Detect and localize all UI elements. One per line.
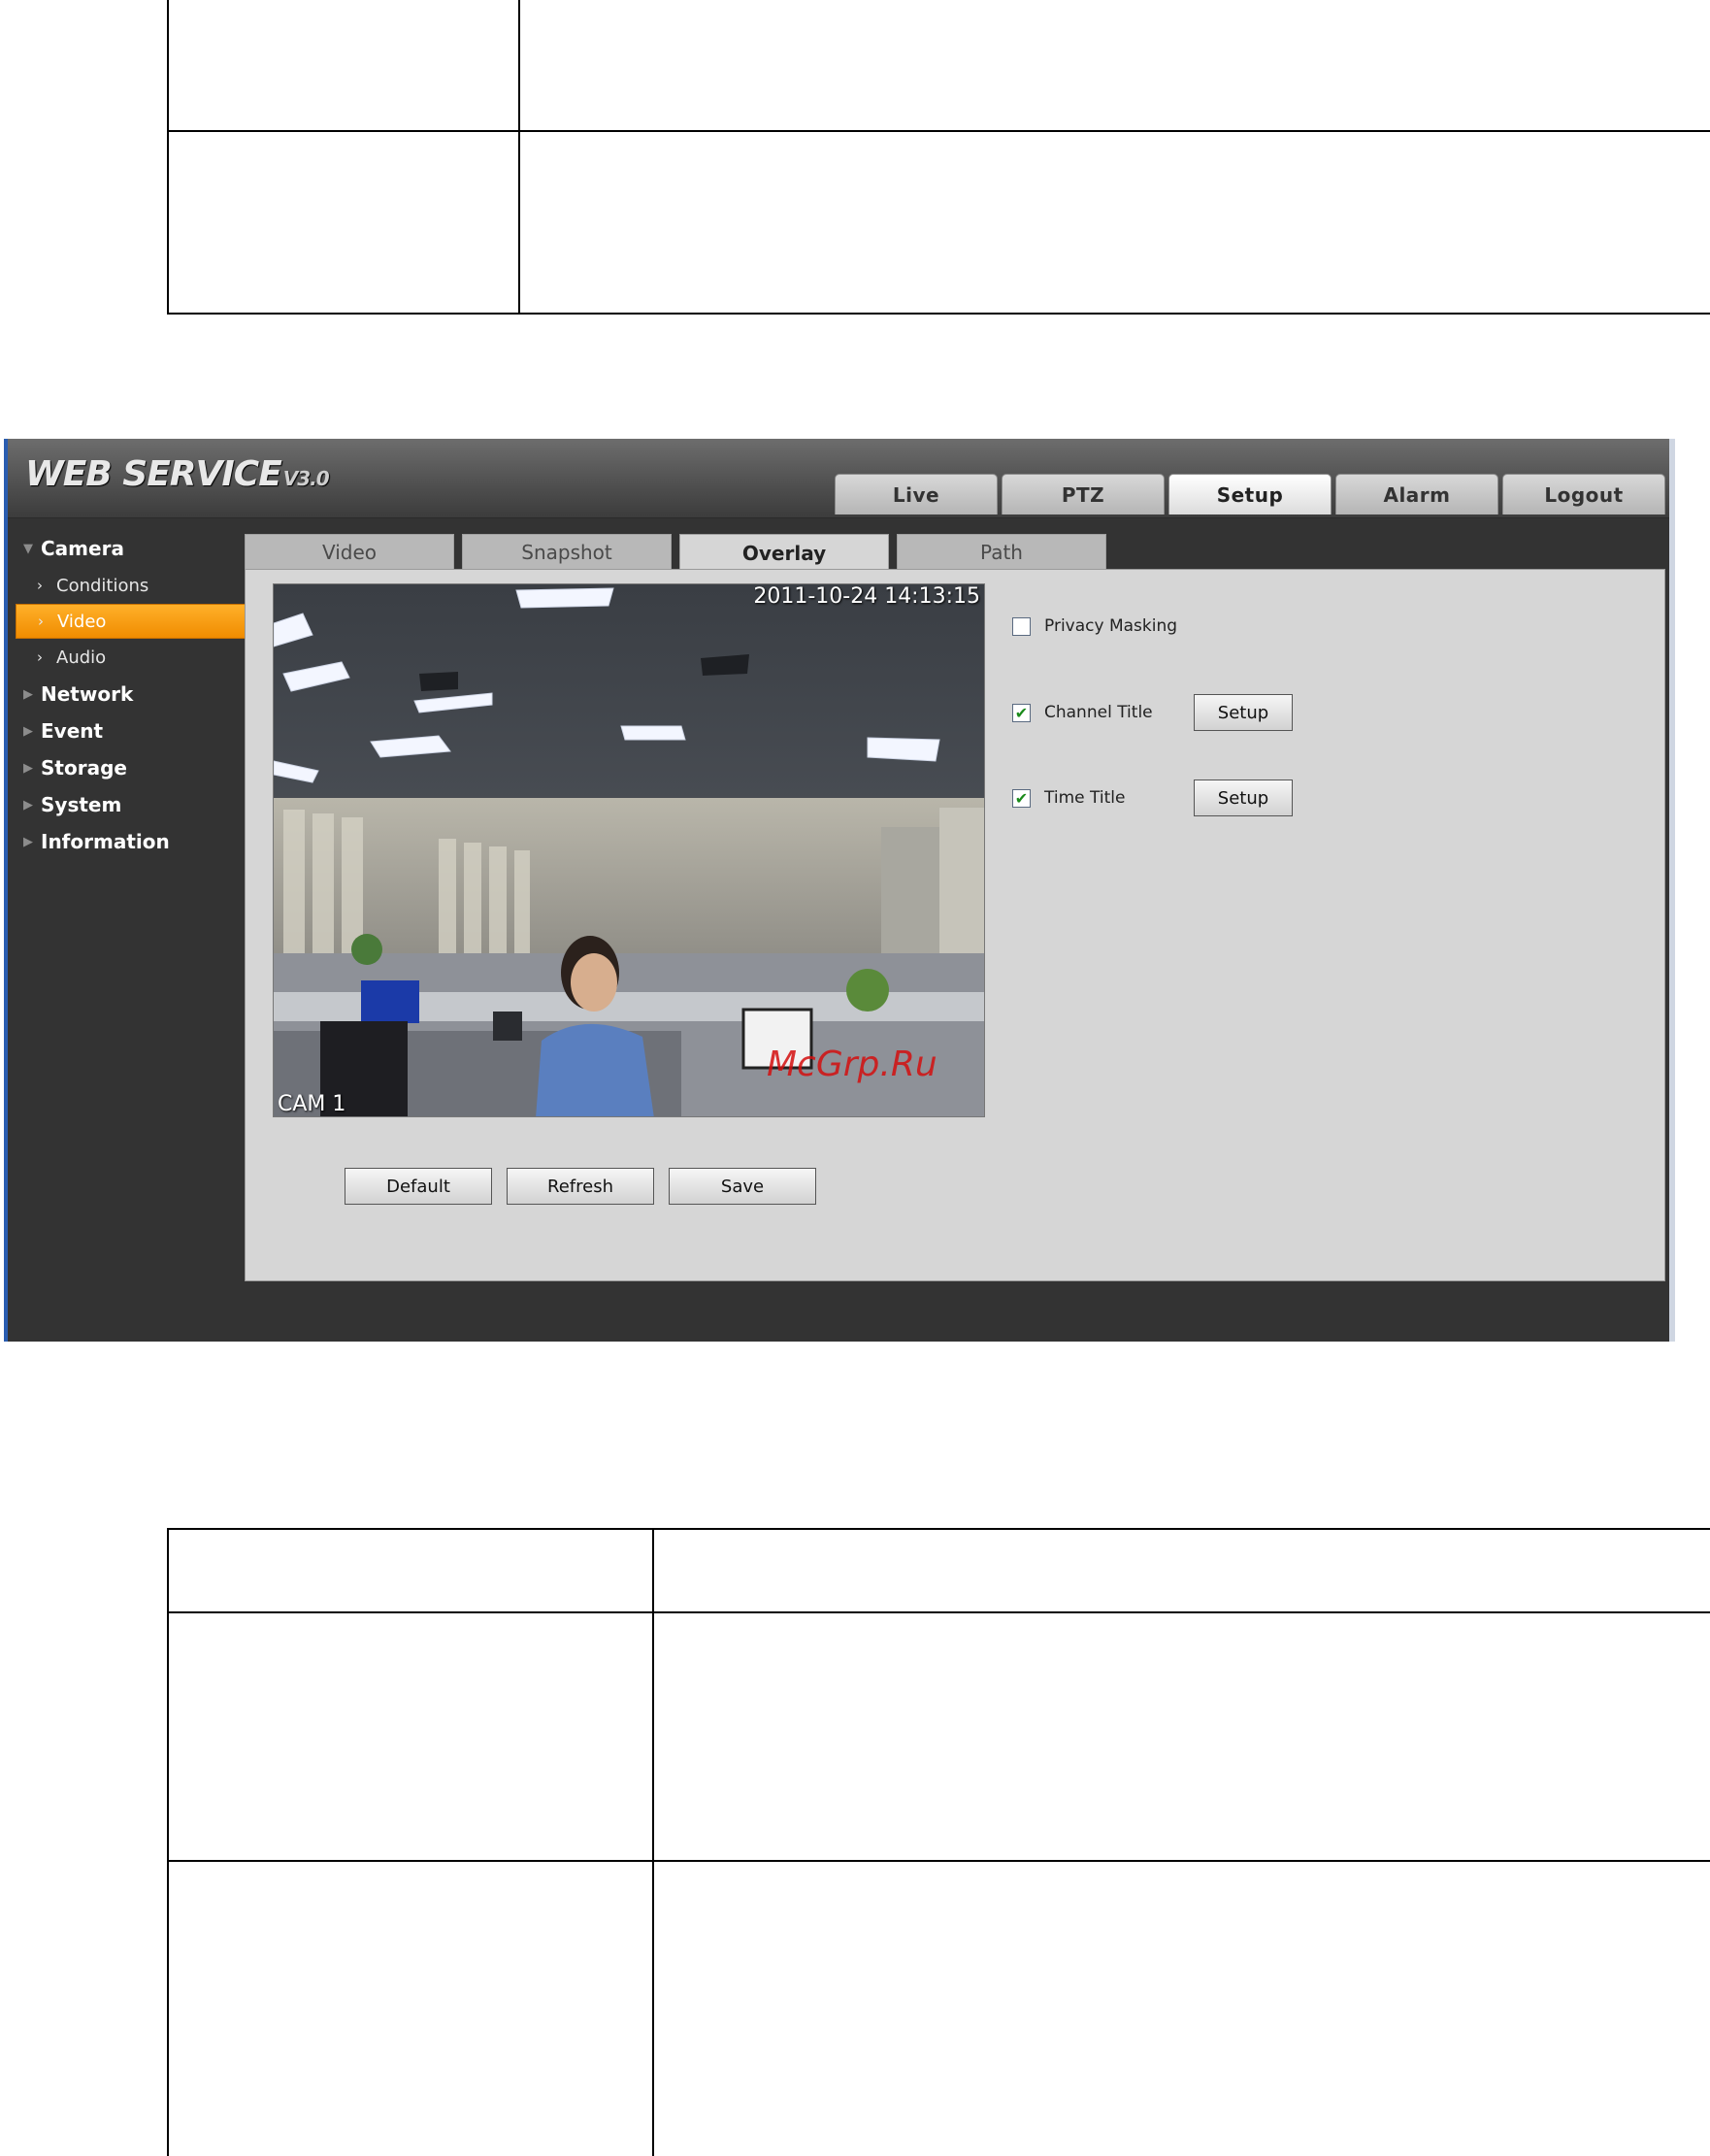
sidebar-item-label: Audio (56, 647, 107, 668)
time-title-checkbox[interactable]: ✔ (1012, 788, 1031, 808)
sidebar-group-label: Event (41, 719, 104, 743)
sidebar-group-label: Storage (41, 756, 127, 779)
sidebar-item-label: Conditions (56, 575, 149, 596)
sidebar-item-label: Video (57, 611, 107, 632)
sidebar-group-event[interactable]: ▶ Event (16, 713, 248, 749)
channel-osd: CAM 1 (278, 1092, 346, 1116)
sidebar-item-conditions[interactable]: › Conditions (16, 568, 248, 603)
sidebar-group-label: Camera (41, 537, 124, 560)
table-divider (169, 130, 1710, 132)
doc-table-top (167, 0, 1710, 315)
time-osd: 2011-10-24 14:13:15 (753, 584, 980, 609)
privacy-masking-row: Privacy Masking (1012, 616, 1194, 636)
tab-snapshot[interactable]: Snapshot (462, 534, 672, 570)
brand-name: WEB SERVICE (25, 454, 282, 494)
sidebar-group-camera[interactable]: ▼ Camera (16, 530, 248, 567)
watermark: McGrp.Ru (767, 1045, 937, 1084)
table-divider (652, 1530, 654, 2156)
app-header: WEB SERVICE V3.0 Live PTZ Setup Alarm Lo… (8, 439, 1675, 518)
sidebar-group-information[interactable]: ▶ Information (16, 823, 248, 860)
sidebar-item-video[interactable]: › Video (16, 604, 248, 639)
sidebar-group-label: Information (41, 830, 170, 853)
triangle-right-icon: ▶ (23, 760, 33, 776)
brand-version: V3.0 (282, 467, 330, 490)
video-preview[interactable]: 2011-10-24 14:13:15 CAM 1 McGrp.Ru (273, 583, 985, 1117)
top-nav: Live PTZ Setup Alarm Logout (835, 474, 1665, 514)
chevron-right-icon: › (37, 577, 43, 594)
nav-tab-ptz[interactable]: PTZ (1002, 474, 1165, 514)
default-button[interactable]: Default (345, 1168, 492, 1205)
triangle-right-icon: ▶ (23, 686, 33, 702)
time-title-label: Time Title (1044, 788, 1126, 808)
office-scene-image (274, 584, 984, 1116)
scrollbar[interactable] (1669, 439, 1675, 1342)
sidebar-group-storage[interactable]: ▶ Storage (16, 749, 248, 786)
channel-title-checkbox[interactable]: ✔ (1012, 703, 1031, 722)
nav-tab-setup[interactable]: Setup (1168, 474, 1332, 514)
table-divider (169, 1860, 1710, 1862)
web-service-window: WEB SERVICE V3.0 Live PTZ Setup Alarm Lo… (4, 439, 1675, 1342)
channel-title-row: ✔ Channel Title Setup (1012, 694, 1293, 731)
nav-tab-alarm[interactable]: Alarm (1335, 474, 1498, 514)
privacy-masking-label: Privacy Masking (1044, 616, 1178, 636)
sidebar-group-system[interactable]: ▶ System (16, 786, 248, 823)
time-title-row: ✔ Time Title Setup (1012, 779, 1293, 816)
doc-table-bottom (167, 1528, 1710, 2156)
privacy-masking-checkbox[interactable] (1012, 616, 1031, 636)
triangle-down-icon: ▼ (23, 541, 33, 556)
tab-overlay[interactable]: Overlay (679, 534, 889, 571)
chevron-right-icon: › (37, 648, 43, 666)
sidebar: ▼ Camera › Conditions › Video › Audio ▶ … (16, 530, 248, 860)
chevron-right-icon: › (38, 613, 44, 630)
triangle-right-icon: ▶ (23, 797, 33, 813)
save-button[interactable]: Save (669, 1168, 816, 1205)
channel-title-label: Channel Title (1044, 703, 1153, 722)
refresh-button[interactable]: Refresh (507, 1168, 654, 1205)
table-divider (518, 0, 520, 313)
overlay-panel: 2011-10-24 14:13:15 CAM 1 McGrp.Ru Priva… (245, 569, 1665, 1281)
nav-tab-logout[interactable]: Logout (1502, 474, 1665, 514)
sub-tabs: Video Snapshot Overlay Path (245, 534, 1106, 571)
tab-video[interactable]: Video (245, 534, 454, 570)
sidebar-group-label: Network (41, 682, 134, 706)
sidebar-item-audio[interactable]: › Audio (16, 640, 248, 675)
sidebar-group-label: System (41, 793, 122, 816)
triangle-right-icon: ▶ (23, 834, 33, 849)
time-title-setup-button[interactable]: Setup (1194, 779, 1293, 816)
sidebar-group-network[interactable]: ▶ Network (16, 676, 248, 713)
channel-title-setup-button[interactable]: Setup (1194, 694, 1293, 731)
triangle-right-icon: ▶ (23, 723, 33, 739)
nav-tab-live[interactable]: Live (835, 474, 998, 514)
tab-path[interactable]: Path (897, 534, 1106, 570)
brand-logo: WEB SERVICE V3.0 (25, 454, 330, 497)
table-divider (169, 1611, 1710, 1613)
